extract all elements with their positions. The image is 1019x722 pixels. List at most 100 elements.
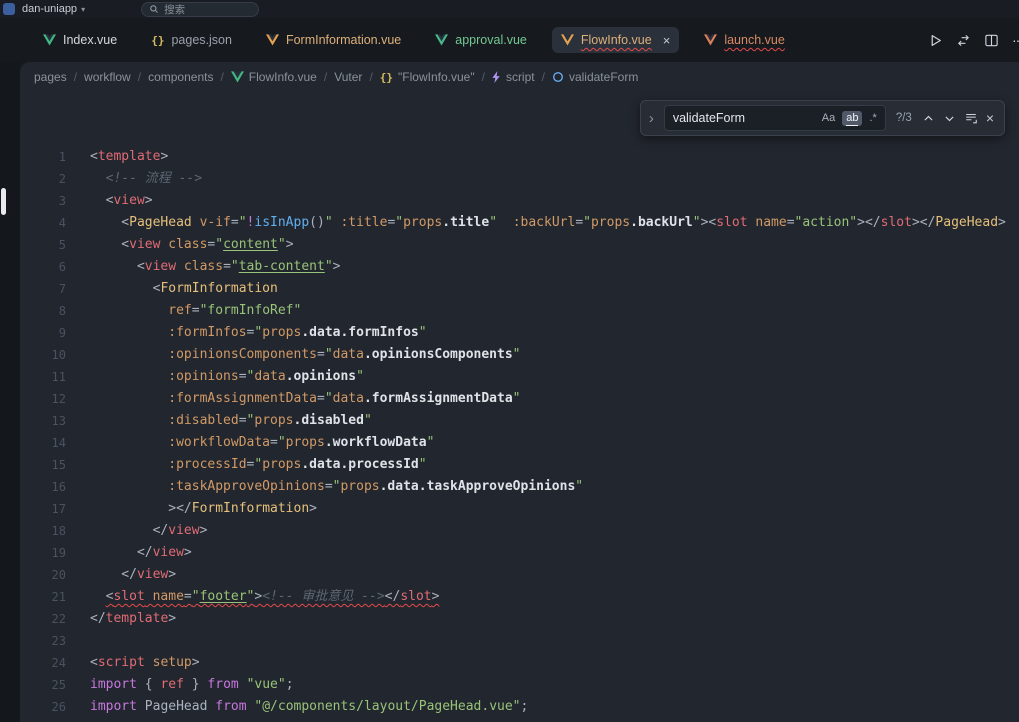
- token: PageHead: [129, 215, 192, 230]
- line-number[interactable]: 19: [20, 542, 80, 564]
- tab-approval-vue[interactable]: approval.vue: [426, 27, 536, 53]
- tab-pages-json[interactable]: {}pages.json: [142, 27, 241, 53]
- global-search-box[interactable]: 搜索: [141, 2, 259, 17]
- close-find-icon[interactable]: ×: [986, 110, 994, 126]
- code-line-2[interactable]: 2<!-- 流程 -->: [20, 168, 1019, 190]
- code-line-4[interactable]: 4<PageHead v-if="!isInApp()" :title="pro…: [20, 212, 1019, 234]
- run-button[interactable]: [928, 33, 943, 48]
- code-line-14[interactable]: 14:workflowData="props.workflowData": [20, 432, 1019, 454]
- line-number[interactable]: 5: [20, 234, 80, 256]
- line-number[interactable]: 3: [20, 190, 80, 212]
- code-text: <view class="tab-content">: [80, 256, 340, 278]
- find-input[interactable]: [673, 111, 815, 125]
- breadcrumb-item-pages[interactable]: pages: [34, 70, 67, 84]
- find-next-button[interactable]: [943, 112, 956, 125]
- tab-flowinfo-vue[interactable]: FlowInfo.vue×: [552, 27, 679, 53]
- json-symbol-icon: {}: [380, 71, 393, 84]
- code-line-20[interactable]: 20</view>: [20, 564, 1019, 586]
- breadcrumb-item--flowinfo-vue-[interactable]: {}"FlowInfo.vue": [380, 70, 475, 84]
- code-line-12[interactable]: 12:formAssignmentData="data.formAssignme…: [20, 388, 1019, 410]
- code-line-5[interactable]: 5<view class="content">: [20, 234, 1019, 256]
- find-previous-button[interactable]: [922, 112, 935, 125]
- line-number[interactable]: 9: [20, 322, 80, 344]
- line-number[interactable]: 13: [20, 410, 80, 432]
- line-number[interactable]: 22: [20, 608, 80, 630]
- line-number[interactable]: 20: [20, 564, 80, 586]
- code-line-10[interactable]: 10:opinionsComponents="data.opinionsComp…: [20, 344, 1019, 366]
- token: "@/components/layout/PageHead.vue": [254, 699, 520, 714]
- token: </: [385, 589, 401, 604]
- line-number[interactable]: 6: [20, 256, 80, 278]
- breadcrumb-separator: /: [220, 70, 223, 84]
- code-line-26[interactable]: 26import PageHead from "@/components/lay…: [20, 696, 1019, 718]
- tab-launch-vue[interactable]: launch.vue: [695, 27, 793, 53]
- code-line-19[interactable]: 19</view>: [20, 542, 1019, 564]
- breadcrumb-item-workflow[interactable]: workflow: [84, 70, 131, 84]
- line-number[interactable]: 16: [20, 476, 80, 498]
- token: ;: [521, 699, 529, 714]
- sidebar-resize-handle[interactable]: [1, 188, 6, 215]
- whole-word-button[interactable]: ab: [842, 111, 862, 126]
- line-number[interactable]: 17: [20, 498, 80, 520]
- breadcrumb-item-flowinfo-vue[interactable]: FlowInfo.vue: [231, 70, 317, 84]
- toggle-replace-icon[interactable]: ›: [647, 110, 656, 127]
- workspace-menu[interactable]: dan-uniapp ▾: [22, 3, 85, 15]
- token: "vue": [247, 677, 286, 692]
- line-number[interactable]: 7: [20, 278, 80, 300]
- line-number[interactable]: 8: [20, 300, 80, 322]
- breadcrumb-item-validateform[interactable]: validateForm: [552, 70, 638, 84]
- token: :formAssignmentData: [168, 391, 317, 406]
- token: props: [286, 435, 325, 450]
- breadcrumb-item-vuter[interactable]: Vuter: [334, 70, 362, 84]
- code-line-9[interactable]: 9:formInfos="props.data.formInfos": [20, 322, 1019, 344]
- line-number[interactable]: 24: [20, 652, 80, 674]
- more-actions-button[interactable]: ···: [1012, 32, 1019, 48]
- token: :processId: [168, 457, 246, 472]
- token: from: [215, 699, 246, 714]
- token: class: [184, 259, 223, 274]
- line-number[interactable]: 23: [20, 630, 80, 652]
- code-line-16[interactable]: 16:taskApproveOpinions="props.data.taskA…: [20, 476, 1019, 498]
- find-in-selection-button[interactable]: [964, 111, 978, 125]
- code-line-15[interactable]: 15:processId="props.data.processId": [20, 454, 1019, 476]
- tab-index-vue[interactable]: Index.vue: [34, 27, 126, 53]
- token: >: [200, 523, 208, 538]
- line-number[interactable]: 11: [20, 366, 80, 388]
- line-number[interactable]: 14: [20, 432, 80, 454]
- code-line-3[interactable]: 3<view>: [20, 190, 1019, 212]
- line-number[interactable]: 2: [20, 168, 80, 190]
- code-line-25[interactable]: 25import { ref } from "vue";: [20, 674, 1019, 696]
- code-editor[interactable]: 1<template>2<!-- 流程 -->3<view>4<PageHead…: [20, 92, 1019, 718]
- line-number[interactable]: 15: [20, 454, 80, 476]
- code-line-6[interactable]: 6<view class="tab-content">: [20, 256, 1019, 278]
- open-changes-button[interactable]: [956, 33, 971, 48]
- line-number[interactable]: 10: [20, 344, 80, 366]
- code-line-23[interactable]: 23: [20, 630, 1019, 652]
- code-line-21[interactable]: 21<slot name="footer"><!-- 审批意见 --></slo…: [20, 586, 1019, 608]
- line-number[interactable]: 21: [20, 586, 80, 608]
- close-tab-icon[interactable]: ×: [663, 34, 671, 47]
- code-line-17[interactable]: 17></FormInformation>: [20, 498, 1019, 520]
- line-number[interactable]: 12: [20, 388, 80, 410]
- code-line-1[interactable]: 1<template>: [20, 146, 1019, 168]
- code-line-11[interactable]: 11:opinions="data.opinions": [20, 366, 1019, 388]
- line-number[interactable]: 26: [20, 696, 80, 718]
- line-number[interactable]: 1: [20, 146, 80, 168]
- match-case-button[interactable]: Aa: [818, 111, 839, 126]
- tab-forminformation-vue[interactable]: FormInformation.vue: [257, 27, 410, 53]
- code-line-22[interactable]: 22</template>: [20, 608, 1019, 630]
- code-line-7[interactable]: 7<FormInformation: [20, 278, 1019, 300]
- split-editor-button[interactable]: [984, 33, 999, 48]
- line-number[interactable]: 18: [20, 520, 80, 542]
- breadcrumb-item-components[interactable]: components: [148, 70, 213, 84]
- code-line-24[interactable]: 24<script setup>: [20, 652, 1019, 674]
- line-number[interactable]: 4: [20, 212, 80, 234]
- breadcrumb-item-script[interactable]: script: [492, 70, 535, 84]
- regex-button[interactable]: .*: [865, 111, 880, 126]
- token: =: [575, 215, 583, 230]
- code-line-8[interactable]: 8ref="formInfoRef": [20, 300, 1019, 322]
- token: [497, 215, 513, 230]
- code-line-18[interactable]: 18</view>: [20, 520, 1019, 542]
- line-number[interactable]: 25: [20, 674, 80, 696]
- code-line-13[interactable]: 13:disabled="props.disabled": [20, 410, 1019, 432]
